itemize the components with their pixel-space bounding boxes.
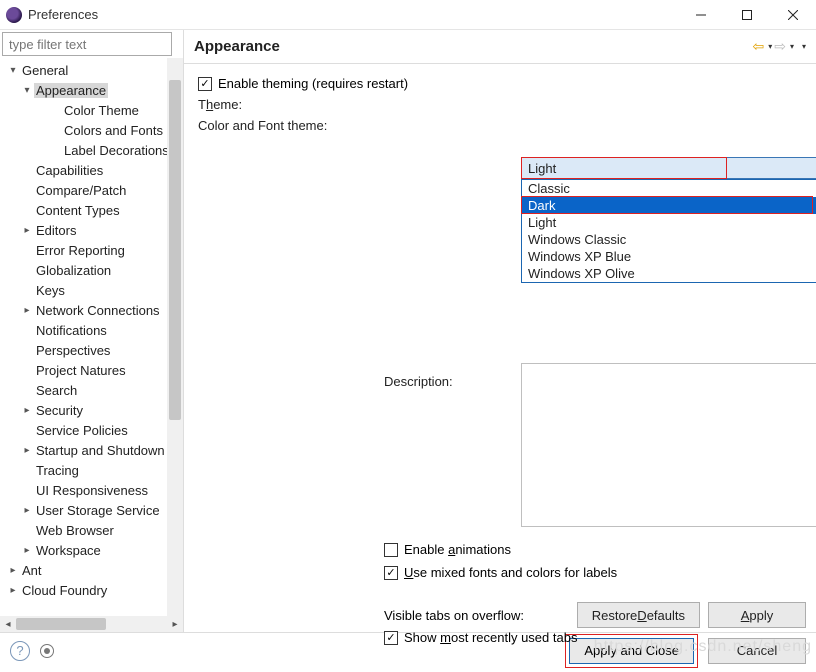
page-title: Appearance xyxy=(194,38,752,55)
theme-dropdown[interactable]: Classic Dark Light Windows Classic Windo… xyxy=(521,179,816,283)
use-mixed-fonts-checkbox[interactable]: ✓ xyxy=(384,566,398,580)
theme-option-classic[interactable]: Classic xyxy=(522,180,816,197)
tree-item-globalization[interactable]: Globalization xyxy=(0,260,183,280)
tree-item-general[interactable]: ▾General xyxy=(0,60,183,80)
visible-tabs-label: Visible tabs on overflow: xyxy=(384,608,524,623)
tree-item-keys[interactable]: Keys xyxy=(0,280,183,300)
chevron-right-icon[interactable]: ▸ xyxy=(20,545,34,556)
tree-item-cloud-foundry[interactable]: ▸Cloud Foundry xyxy=(0,580,183,600)
tree-item-capabilities[interactable]: Capabilities xyxy=(0,160,183,180)
tree-item-web-browser[interactable]: Web Browser xyxy=(0,520,183,540)
tree-item-ui-responsiveness[interactable]: UI Responsiveness xyxy=(0,480,183,500)
show-recent-tabs-checkbox[interactable]: ✓ xyxy=(384,631,398,645)
tree-item-user-storage[interactable]: ▸User Storage Service xyxy=(0,500,183,520)
chevron-right-icon[interactable]: ▸ xyxy=(6,565,20,576)
tree-item-compare-patch[interactable]: Compare/Patch xyxy=(0,180,183,200)
enable-animations-label: Enable animations xyxy=(404,542,511,557)
tree-item-content-types[interactable]: Content Types xyxy=(0,200,183,220)
show-recent-tabs-label: Show most recently used tabs xyxy=(404,630,577,645)
theme-option-xp-blue[interactable]: Windows XP Blue xyxy=(522,248,816,265)
description-label: Description: xyxy=(384,374,519,389)
theme-label: Theme: xyxy=(198,97,333,112)
enable-theming-checkbox[interactable]: ✓ xyxy=(198,77,212,91)
tree-item-workspace[interactable]: ▸Workspace xyxy=(0,540,183,560)
tree-item-search[interactable]: Search xyxy=(0,380,183,400)
show-recent-tabs-row[interactable]: ✓ Show most recently used tabs xyxy=(384,630,577,645)
filter-input[interactable] xyxy=(2,32,172,56)
tree-item-color-theme[interactable]: Color Theme xyxy=(0,100,183,120)
tree-item-label-decorations[interactable]: Label Decorations xyxy=(0,140,183,160)
titlebar: Preferences xyxy=(0,0,816,30)
tree-item-notifications[interactable]: Notifications xyxy=(0,320,183,340)
maximize-button[interactable] xyxy=(724,0,770,30)
theme-selected-value: Light xyxy=(528,161,556,176)
theme-option-dark[interactable]: Dark xyxy=(522,197,816,214)
tree-item-appearance[interactable]: ▾Appearance xyxy=(0,80,183,100)
restore-defaults-button[interactable]: Restore Defaults xyxy=(577,602,700,628)
tree-vertical-scrollbar[interactable] xyxy=(167,58,183,616)
tree-item-error-reporting[interactable]: Error Reporting xyxy=(0,240,183,260)
window-title: Preferences xyxy=(28,7,678,22)
minimize-button[interactable] xyxy=(678,0,724,30)
enable-theming-row[interactable]: ✓ Enable theming (requires restart) xyxy=(198,76,806,91)
main-area: ▾General ▾Appearance Color Theme Colors … xyxy=(0,30,816,632)
chevron-right-icon[interactable]: ▸ xyxy=(20,505,34,516)
sidebar: ▾General ▾Appearance Color Theme Colors … xyxy=(0,30,184,632)
forward-menu-icon[interactable]: ▾ xyxy=(790,42,794,51)
back-arrow-icon[interactable]: ⇦ xyxy=(752,38,764,55)
forward-arrow-icon: ⇨ xyxy=(774,38,786,55)
page-content: ✓ Enable theming (requires restart) Them… xyxy=(184,64,816,632)
color-font-theme-label: Color and Font theme: xyxy=(198,118,327,133)
tree-item-editors[interactable]: ▸Editors xyxy=(0,220,183,240)
chevron-right-icon[interactable]: ▸ xyxy=(20,225,34,236)
chevron-down-icon[interactable]: ▾ xyxy=(6,65,20,76)
enable-animations-row[interactable]: Enable animations xyxy=(384,542,617,557)
tree-item-network[interactable]: ▸Network Connections xyxy=(0,300,183,320)
theme-select[interactable]: Light ▾ xyxy=(521,157,816,179)
tree-item-ant[interactable]: ▸Ant xyxy=(0,560,183,580)
description-textarea[interactable]: ▾ xyxy=(521,363,816,527)
enable-theming-label: Enable theming (requires restart) xyxy=(218,76,408,91)
use-mixed-fonts-label: Use mixed fonts and colors for labels xyxy=(404,565,617,580)
chevron-right-icon[interactable]: ▸ xyxy=(6,585,20,596)
theme-option-light[interactable]: Light xyxy=(522,214,816,231)
back-menu-icon[interactable]: ▾ xyxy=(768,42,772,51)
tree-item-startup-shutdown[interactable]: ▸Startup and Shutdown xyxy=(0,440,183,460)
tree-item-tracing[interactable]: Tracing xyxy=(0,460,183,480)
cancel-button[interactable]: Cancel xyxy=(708,638,806,664)
chevron-right-icon[interactable]: ▸ xyxy=(20,405,34,416)
tree-horizontal-scrollbar[interactable]: ◂▸ xyxy=(0,616,183,632)
enable-animations-checkbox[interactable] xyxy=(384,543,398,557)
tree-item-service-policies[interactable]: Service Policies xyxy=(0,420,183,440)
page-header: Appearance ⇦▾ ⇨▾ ▾ xyxy=(184,30,816,64)
apply-button[interactable]: Apply xyxy=(708,602,806,628)
chevron-right-icon[interactable]: ▸ xyxy=(20,445,34,456)
page-menu-icon[interactable]: ▾ xyxy=(802,42,806,51)
tree-item-perspectives[interactable]: Perspectives xyxy=(0,340,183,360)
settings-pane: Appearance ⇦▾ ⇨▾ ▾ ✓ Enable theming (req… xyxy=(184,30,816,632)
chevron-right-icon[interactable]: ▸ xyxy=(20,305,34,316)
tree-item-security[interactable]: ▸Security xyxy=(0,400,183,420)
theme-option-xp-olive[interactable]: Windows XP Olive xyxy=(522,265,816,282)
annotation-box: Apply and Close xyxy=(565,634,698,668)
tree-item-colors-fonts[interactable]: Colors and Fonts xyxy=(0,120,183,140)
tree-item-project-natures[interactable]: Project Natures xyxy=(0,360,183,380)
help-icon[interactable]: ? xyxy=(10,641,30,661)
chevron-down-icon[interactable]: ▾ xyxy=(20,85,34,96)
close-button[interactable] xyxy=(770,0,816,30)
use-mixed-fonts-row[interactable]: ✓ Use mixed fonts and colors for labels xyxy=(384,565,617,580)
eclipse-icon xyxy=(6,7,22,23)
apply-and-close-button[interactable]: Apply and Close xyxy=(569,638,694,664)
tree: ▾General ▾Appearance Color Theme Colors … xyxy=(0,58,183,616)
import-export-icon[interactable] xyxy=(40,644,54,658)
theme-option-win-classic[interactable]: Windows Classic xyxy=(522,231,816,248)
color-font-theme-row: Color and Font theme: xyxy=(198,118,806,133)
theme-row: Theme: xyxy=(198,97,806,112)
